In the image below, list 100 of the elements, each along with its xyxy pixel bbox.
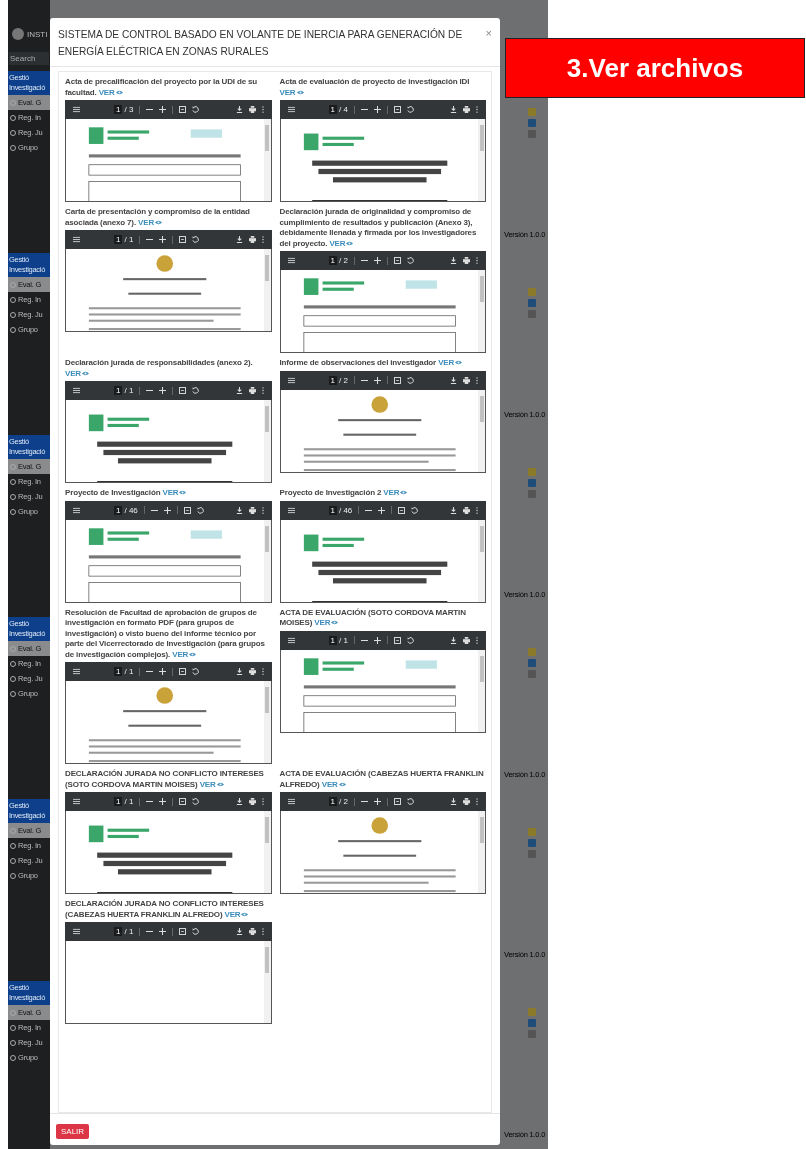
menu-icon[interactable]: [287, 636, 295, 644]
download-icon[interactable]: [235, 236, 243, 243]
view-link[interactable]: VER: [279, 87, 304, 97]
view-link[interactable]: VER: [65, 368, 89, 378]
zoom-out-icon[interactable]: [360, 798, 368, 805]
scrollbar[interactable]: [263, 519, 271, 602]
menu-icon[interactable]: [73, 506, 80, 514]
more-icon[interactable]: [261, 668, 264, 675]
eye-icon[interactable]: [331, 620, 339, 625]
fit-page-icon[interactable]: [179, 668, 187, 675]
zoom-in-icon[interactable]: [159, 928, 167, 935]
download-icon[interactable]: [450, 636, 457, 644]
fit-page-icon[interactable]: [179, 387, 187, 394]
eye-icon[interactable]: [189, 651, 197, 657]
scrollbar[interactable]: [263, 941, 271, 1023]
zoom-out-icon[interactable]: [146, 106, 154, 113]
view-link[interactable]: VER: [224, 909, 249, 919]
download-icon[interactable]: [235, 387, 243, 394]
zoom-out-icon[interactable]: [146, 798, 154, 805]
rotate-icon[interactable]: [192, 798, 200, 805]
menu-icon[interactable]: [287, 506, 295, 514]
view-link[interactable]: VER: [172, 649, 197, 659]
zoom-in-icon[interactable]: [159, 668, 167, 675]
eye-icon[interactable]: [179, 490, 187, 495]
page-number-field[interactable]: 1: [114, 797, 123, 806]
view-link[interactable]: VER: [138, 217, 163, 227]
view-link[interactable]: VER: [438, 358, 463, 367]
rotate-icon[interactable]: [411, 506, 419, 514]
rotate-icon[interactable]: [196, 506, 204, 514]
more-icon[interactable]: [261, 506, 264, 514]
page-number-field[interactable]: 1: [114, 235, 123, 244]
zoom-in-icon[interactable]: [373, 798, 381, 805]
eye-icon[interactable]: [455, 360, 463, 365]
zoom-out-icon[interactable]: [146, 236, 154, 243]
page-number-field[interactable]: 1: [328, 105, 337, 114]
menu-icon[interactable]: [73, 668, 80, 675]
eye-icon[interactable]: [155, 219, 163, 225]
scrollbar[interactable]: [263, 249, 271, 331]
eye-icon[interactable]: [346, 240, 354, 246]
more-icon[interactable]: [261, 236, 264, 243]
fit-page-icon[interactable]: [393, 106, 401, 113]
fit-page-icon[interactable]: [179, 236, 187, 243]
download-icon[interactable]: [450, 257, 457, 264]
download-icon[interactable]: [235, 506, 243, 514]
rotate-icon[interactable]: [192, 668, 200, 675]
download-icon[interactable]: [450, 798, 457, 805]
scrollbar[interactable]: [478, 270, 485, 352]
print-icon[interactable]: [248, 928, 256, 935]
scrollbar[interactable]: [478, 119, 485, 201]
page-number-field[interactable]: 1: [114, 386, 123, 395]
zoom-in-icon[interactable]: [159, 387, 167, 394]
zoom-in-icon[interactable]: [159, 106, 167, 113]
zoom-out-icon[interactable]: [360, 257, 368, 264]
exit-button[interactable]: SALIR: [56, 1124, 90, 1139]
download-icon[interactable]: [450, 506, 457, 514]
fit-page-icon[interactable]: [393, 798, 401, 805]
eye-icon[interactable]: [400, 490, 408, 495]
zoom-in-icon[interactable]: [373, 376, 381, 384]
page-number-field[interactable]: 1: [114, 667, 123, 676]
zoom-in-icon[interactable]: [373, 636, 381, 644]
page-number-field[interactable]: 1: [328, 797, 337, 806]
download-icon[interactable]: [450, 376, 457, 384]
fit-page-icon[interactable]: [179, 798, 187, 805]
scrollbar[interactable]: [478, 389, 485, 472]
scrollbar[interactable]: [478, 519, 485, 602]
zoom-in-icon[interactable]: [159, 236, 167, 243]
download-icon[interactable]: [235, 668, 243, 675]
print-icon[interactable]: [463, 376, 470, 384]
fit-page-icon[interactable]: [393, 636, 401, 644]
fit-page-icon[interactable]: [179, 928, 187, 935]
menu-icon[interactable]: [287, 257, 295, 264]
view-link[interactable]: VER: [98, 87, 123, 97]
scrollbar[interactable]: [263, 400, 271, 482]
rotate-icon[interactable]: [406, 257, 414, 264]
menu-icon[interactable]: [73, 928, 80, 935]
print-icon[interactable]: [248, 798, 256, 805]
print-icon[interactable]: [463, 798, 470, 805]
eye-icon[interactable]: [241, 911, 249, 917]
rotate-icon[interactable]: [406, 106, 414, 113]
menu-icon[interactable]: [287, 106, 295, 113]
print-icon[interactable]: [463, 506, 470, 514]
print-icon[interactable]: [248, 106, 256, 113]
download-icon[interactable]: [235, 798, 243, 805]
page-number-field[interactable]: 1: [328, 256, 337, 265]
scrollbar[interactable]: [478, 649, 485, 732]
zoom-in-icon[interactable]: [373, 257, 381, 264]
more-icon[interactable]: [261, 387, 264, 394]
rotate-icon[interactable]: [192, 928, 200, 935]
view-link[interactable]: VER: [383, 488, 408, 497]
zoom-out-icon[interactable]: [146, 387, 154, 394]
eye-icon[interactable]: [296, 89, 304, 95]
page-number-field[interactable]: 1: [114, 105, 123, 114]
menu-icon[interactable]: [73, 798, 80, 805]
rotate-icon[interactable]: [192, 387, 200, 394]
view-link[interactable]: VER: [314, 618, 339, 627]
view-link[interactable]: VER: [321, 779, 346, 789]
zoom-in-icon[interactable]: [373, 106, 381, 113]
scrollbar[interactable]: [263, 119, 271, 201]
menu-icon[interactable]: [73, 236, 80, 243]
eye-icon[interactable]: [115, 89, 123, 95]
